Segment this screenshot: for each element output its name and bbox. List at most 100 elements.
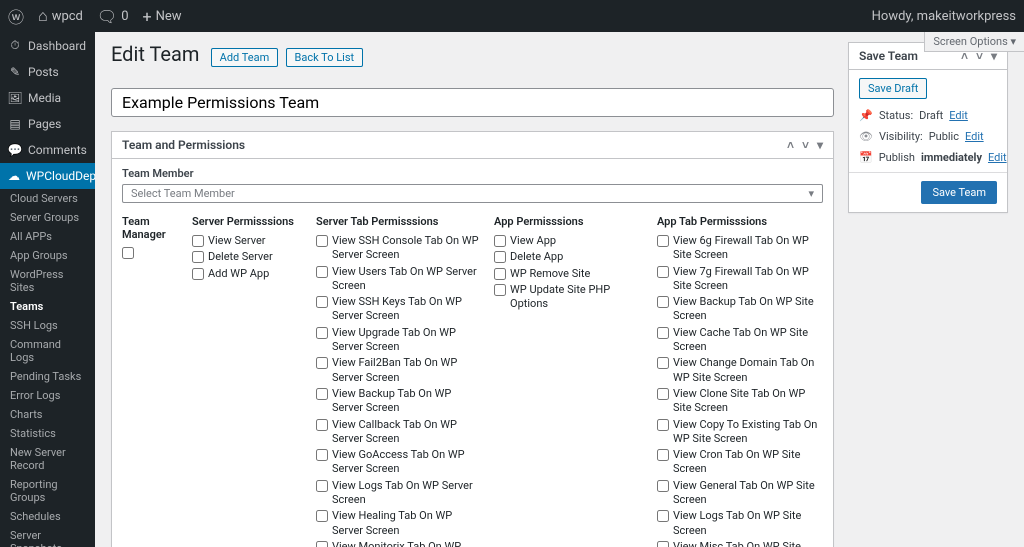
submenu-item[interactable]: Statistics — [0, 424, 95, 443]
permission-checkbox[interactable] — [657, 419, 669, 431]
permission-label: View Copy To Existing Tab On WP Site Scr… — [673, 418, 823, 447]
caret-icon[interactable]: ▾ — [817, 138, 823, 152]
permission-checkbox[interactable] — [657, 357, 669, 369]
permission-row: View Callback Tab On WP Server Screen — [316, 418, 482, 447]
permission-checkbox[interactable] — [316, 266, 328, 278]
chevron-down-icon[interactable]: ˅ — [802, 138, 809, 152]
menu-icon: ✎ — [8, 65, 22, 79]
permission-checkbox[interactable] — [494, 268, 506, 280]
col-team-manager: Team Manager — [122, 215, 180, 241]
menu-item[interactable]: 🖼Media — [0, 85, 95, 111]
permission-checkbox[interactable] — [316, 327, 328, 339]
permission-checkbox[interactable] — [657, 296, 669, 308]
save-draft-button[interactable]: Save Draft — [859, 78, 927, 99]
permission-label: Delete Server — [208, 250, 304, 264]
permission-checkbox[interactable] — [657, 449, 669, 461]
permission-checkbox[interactable] — [657, 327, 669, 339]
permission-checkbox[interactable] — [316, 235, 328, 247]
team-permissions-postbox: Team and Permissions ˄ ˅ ▾ Team Member S… — [111, 131, 834, 547]
permission-label: View Backup Tab On WP Server Screen — [332, 387, 482, 416]
edit-visibility-link[interactable]: Edit — [965, 130, 984, 143]
permission-checkbox[interactable] — [316, 449, 328, 461]
pin-icon: 📌 — [859, 109, 873, 122]
permission-checkbox[interactable] — [494, 235, 506, 247]
submenu-item[interactable]: Command Logs — [0, 335, 95, 367]
permission-checkbox[interactable] — [316, 419, 328, 431]
edit-status-link[interactable]: Edit — [949, 109, 968, 122]
submenu-item[interactable]: Error Logs — [0, 386, 95, 405]
submenu-item[interactable]: WordPress Sites — [0, 265, 95, 297]
menu-item[interactable]: ✎Posts — [0, 59, 95, 85]
submenu-item[interactable]: Server Snapshots — [0, 526, 95, 547]
permission-checkbox[interactable] — [192, 235, 204, 247]
submenu-item[interactable]: Teams — [0, 297, 95, 316]
edit-publish-link[interactable]: Edit — [988, 151, 1007, 164]
submenu-item[interactable]: Schedules — [0, 507, 95, 526]
submenu-item[interactable]: App Groups — [0, 246, 95, 265]
permission-checkbox[interactable] — [316, 541, 328, 547]
permission-checkbox[interactable] — [316, 510, 328, 522]
back-to-list-button[interactable]: Back To List — [286, 48, 364, 67]
permission-label: View Misc Tab On WP Site Screen — [673, 540, 823, 547]
submenu-item[interactable]: Reporting Groups — [0, 475, 95, 507]
menu-item[interactable]: ⏱Dashboard — [0, 32, 95, 59]
permission-row: View SSH Console Tab On WP Server Screen — [316, 234, 482, 263]
permission-label: View Monitorix Tab On WP Server Screen — [332, 540, 482, 547]
permission-checkbox[interactable] — [494, 284, 506, 296]
permission-row: View SSH Keys Tab On WP Server Screen — [316, 295, 482, 324]
permission-checkbox[interactable] — [657, 235, 669, 247]
eye-icon: 👁 — [859, 130, 873, 143]
permission-checkbox[interactable] — [316, 357, 328, 369]
col-server-tab-perms: Server Tab Permisssions — [316, 215, 482, 228]
howdy[interactable]: Howdy, makeitworkpress — [872, 9, 1016, 24]
wp-logo[interactable]: ⓦ — [8, 4, 24, 28]
permission-row: View Healing Tab On WP Server Screen — [316, 509, 482, 538]
submenu-item[interactable]: New Server Record — [0, 443, 95, 475]
submenu-item[interactable]: SSH Logs — [0, 316, 95, 335]
permission-row: View Server — [192, 234, 304, 248]
submenu-item[interactable]: Server Groups — [0, 208, 95, 227]
permission-label: View Backup Tab On WP Site Screen — [673, 295, 823, 324]
permission-label: WP Update Site PHP Options — [510, 283, 645, 312]
site-name[interactable]: ⌂wpcd — [38, 6, 83, 26]
admin-sidebar: ⏱Dashboard✎Posts🖼Media▤Pages💬Comments ☁W… — [0, 32, 95, 547]
permission-checkbox[interactable] — [657, 266, 669, 278]
team-member-select[interactable]: Select Team Member ▾ — [122, 184, 823, 203]
comment-icon: 🗨 — [97, 7, 117, 26]
menu-item[interactable]: ▤Pages — [0, 111, 95, 137]
team-manager-checkbox[interactable] — [122, 247, 134, 259]
menu-icon: 🖼 — [8, 91, 22, 105]
submenu-item[interactable]: All APPs — [0, 227, 95, 246]
permission-checkbox[interactable] — [192, 268, 204, 280]
add-team-button[interactable]: Add Team — [211, 48, 279, 67]
submenu-item[interactable]: Cloud Servers — [0, 189, 95, 208]
team-title-input[interactable] — [111, 88, 834, 117]
menu-item[interactable]: 💬Comments — [0, 137, 95, 163]
save-postbox-title: Save Team — [859, 49, 918, 63]
permission-row: View Logs Tab On WP Server Screen — [316, 479, 482, 508]
new-content[interactable]: +New — [143, 7, 182, 26]
permission-label: View General Tab On WP Site Screen — [673, 479, 823, 508]
submenu-item[interactable]: Pending Tasks — [0, 367, 95, 386]
save-team-postbox: Save Team ˄ ˅ ▾ Save Draft 📌 Status: Dra… — [848, 42, 1008, 213]
permission-row: View Upgrade Tab On WP Server Screen — [316, 326, 482, 355]
permission-checkbox[interactable] — [657, 388, 669, 400]
permission-label: WP Remove Site — [510, 267, 645, 281]
permission-checkbox[interactable] — [192, 251, 204, 263]
permission-checkbox[interactable] — [657, 480, 669, 492]
permission-checkbox[interactable] — [316, 480, 328, 492]
permission-checkbox[interactable] — [494, 251, 506, 263]
submenu-item[interactable]: Charts — [0, 405, 95, 424]
chevron-up-icon[interactable]: ˄ — [787, 138, 794, 152]
screen-options-toggle[interactable]: Screen Options ▾ — [924, 32, 1024, 52]
permission-checkbox[interactable] — [657, 510, 669, 522]
save-team-button[interactable]: Save Team — [921, 181, 997, 204]
comments-count[interactable]: 🗨0 — [97, 7, 129, 26]
menu-wpcd[interactable]: ☁WPCloudDeploy — [0, 163, 95, 189]
permission-checkbox[interactable] — [316, 388, 328, 400]
permission-row: View 6g Firewall Tab On WP Site Screen — [657, 234, 823, 263]
permission-label: View Fail2Ban Tab On WP Server Screen — [332, 356, 482, 385]
permission-label: Delete App — [510, 250, 645, 264]
permission-checkbox[interactable] — [657, 541, 669, 547]
permission-checkbox[interactable] — [316, 296, 328, 308]
